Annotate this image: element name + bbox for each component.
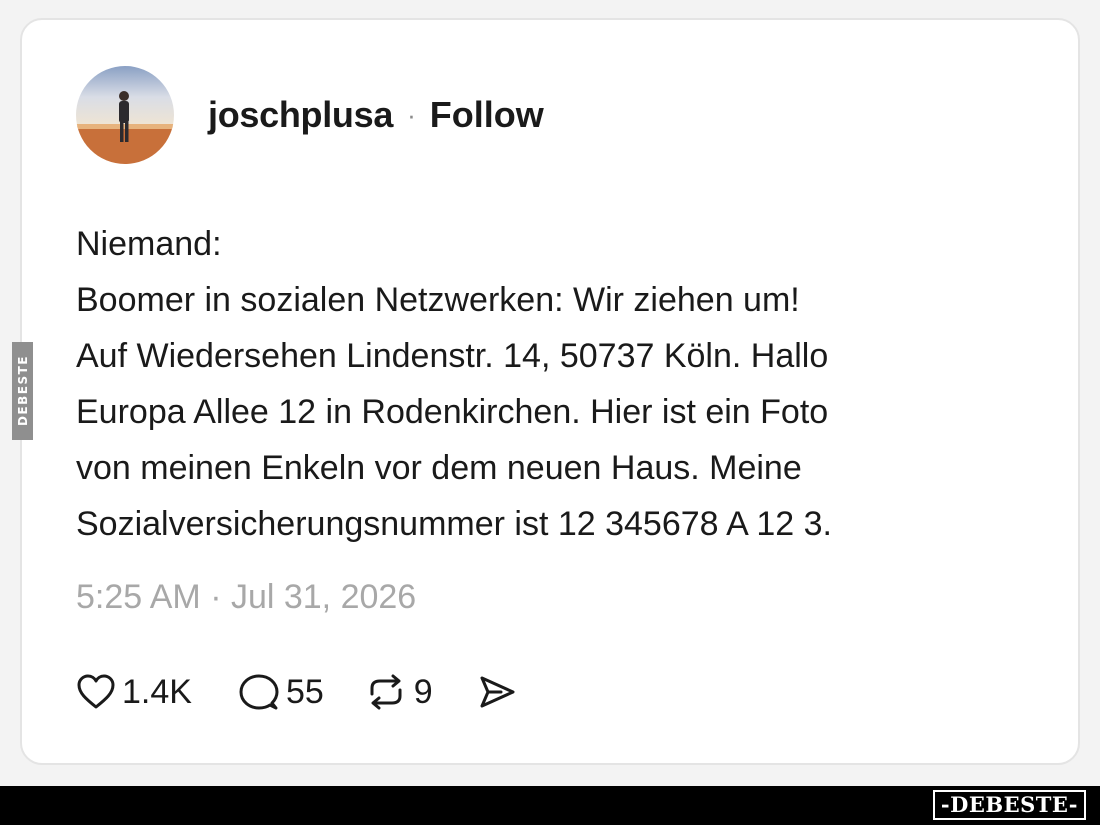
share-icon bbox=[477, 673, 517, 711]
comment-icon bbox=[238, 672, 280, 712]
repost-count: 9 bbox=[413, 672, 433, 711]
post-line: Europa Allee 12 in Rodenkirchen. Hier is… bbox=[76, 393, 829, 431]
comment-count: 55 bbox=[285, 672, 324, 711]
side-watermark: DEBESTE bbox=[12, 342, 33, 440]
post-timestamp[interactable]: 5:25 AM · Jul 31, 2026 bbox=[76, 578, 416, 617]
brand-logo: -DEBESTE- bbox=[932, 790, 1086, 820]
heart-icon bbox=[76, 673, 116, 711]
like-button[interactable]: 1.4K bbox=[76, 673, 192, 712]
post-line: von meinen Enkeln vor dem neuen Haus. Me… bbox=[76, 449, 802, 487]
repost-button[interactable]: 9 bbox=[364, 672, 433, 712]
follow-button[interactable]: Follow bbox=[430, 94, 544, 136]
post-card: joschplusa · Follow Niemand: Boomer in s… bbox=[20, 18, 1080, 765]
separator-dot: · bbox=[407, 99, 416, 130]
share-button[interactable] bbox=[477, 673, 517, 711]
side-watermark-text: DEBESTE bbox=[15, 355, 30, 427]
post-line: Niemand: bbox=[76, 225, 222, 263]
like-count: 1.4K bbox=[122, 672, 192, 711]
username[interactable]: joschplusa bbox=[208, 94, 393, 136]
post-text: Niemand: Boomer in sozialen Netzwerken: … bbox=[76, 216, 1036, 552]
post-line: Boomer in sozialen Netzwerken: Wir ziehe… bbox=[76, 281, 800, 319]
comment-button[interactable]: 55 bbox=[238, 672, 324, 712]
action-bar: 1.4K 55 9 bbox=[76, 670, 517, 714]
avatar[interactable] bbox=[76, 66, 174, 164]
repost-icon bbox=[364, 672, 408, 712]
post-header: joschplusa · Follow bbox=[76, 66, 544, 164]
post-line: Sozialversicherungsnummer ist 12 345678 … bbox=[76, 505, 833, 543]
bottom-bar: -DEBESTE- bbox=[0, 786, 1100, 825]
post-line: Auf Wiedersehen Lindenstr. 14, 50737 Köl… bbox=[76, 337, 829, 375]
